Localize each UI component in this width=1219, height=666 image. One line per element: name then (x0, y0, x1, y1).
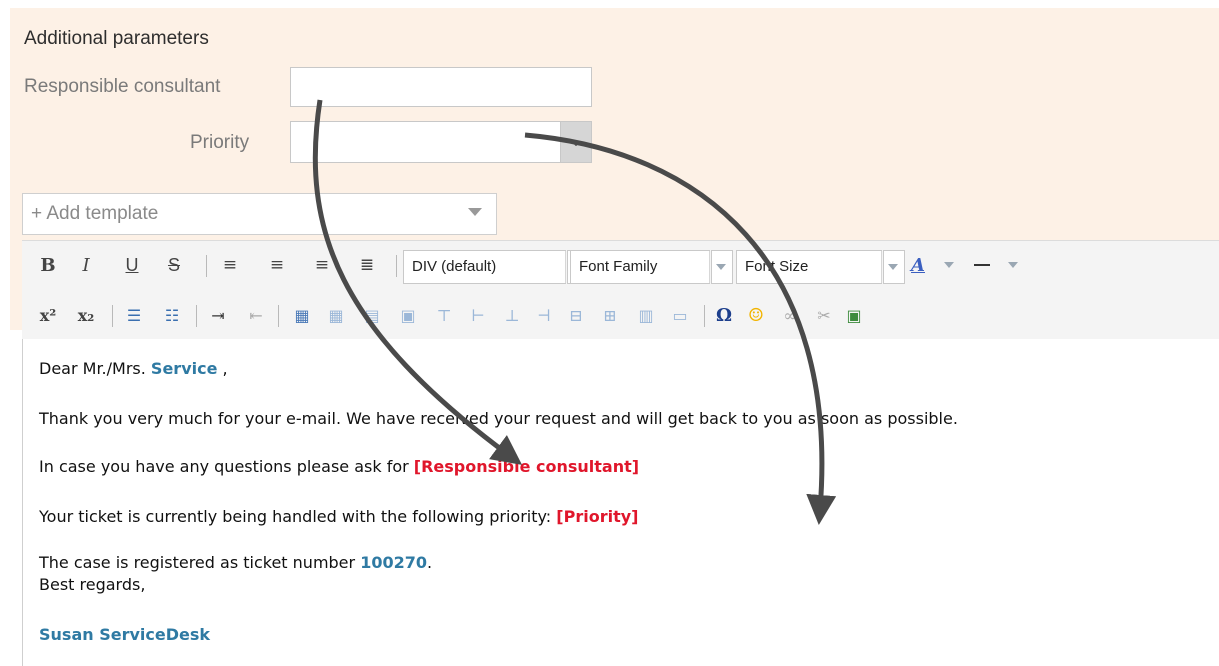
text-color-icon[interactable]: A (906, 253, 930, 277)
merge-cell-icon[interactable]: ⊞ (598, 303, 622, 327)
align-justify-icon[interactable]: ≣ (355, 253, 379, 277)
priority-select[interactable]: ⌄ (290, 121, 592, 163)
subscript-icon[interactable]: x₂ (74, 303, 98, 327)
cell-props-icon[interactable]: ▣ (396, 303, 420, 327)
toolbar-separator (704, 305, 705, 327)
strikethrough-icon[interactable]: S (162, 253, 186, 277)
align-center-icon[interactable]: ≡ (265, 253, 289, 277)
toolbar-separator (278, 305, 279, 327)
delete-table-icon[interactable]: ▦ (324, 303, 348, 327)
add-template-select[interactable]: + Add template (22, 193, 497, 235)
priority-label: Priority (190, 132, 250, 153)
consultant-placeholder: [Responsible consultant] (413, 457, 640, 476)
font-size-select[interactable]: Font Size (736, 250, 882, 284)
format-select[interactable]: DIV (default) (403, 250, 566, 284)
dropdown-arrow-icon (709, 251, 732, 283)
editor-toolbar: B I U S ≡ ≡ ≡ ≣ DIV (default) Font Famil… (22, 240, 1219, 340)
delete-col-icon[interactable]: ⊣ (532, 303, 556, 327)
greeting-suffix: , (217, 359, 228, 378)
outdent-icon[interactable]: ⇤ (244, 303, 268, 327)
font-size-label: Font Size (745, 258, 809, 275)
table-layout-icon[interactable]: ▭ (668, 303, 692, 327)
bold-icon[interactable]: B (36, 253, 60, 277)
consultant-label: Responsible consultant (24, 76, 221, 97)
toolbar-row-1: B I U S ≡ ≡ ≡ ≣ DIV (default) Font Famil… (22, 247, 1219, 287)
priority-line: Your ticket is currently being handled w… (39, 507, 638, 526)
section-title: Additional parameters (24, 28, 209, 49)
table-grid-icon[interactable]: ▥ (634, 303, 658, 327)
font-size-dropdown[interactable] (881, 250, 905, 284)
font-family-select[interactable]: Font Family (570, 250, 710, 284)
font-family-label: Font Family (579, 258, 658, 275)
ticket-suffix: . (426, 553, 433, 572)
split-cell-icon[interactable]: ⊟ (564, 303, 588, 327)
template-placeholder: + Add template (31, 203, 159, 224)
ticket-line: The case is registered as ticket number … (39, 553, 432, 572)
ticket-prefix: The case is registered as ticket number (39, 553, 361, 572)
ask-line: In case you have any questions please as… (39, 457, 639, 476)
underline-icon[interactable]: U (120, 253, 144, 277)
bullet-list-icon[interactable]: ☰ (122, 303, 146, 327)
row-props-icon[interactable]: ▤ (360, 303, 384, 327)
greeting-line: Dear Mr./Mrs. Service , (39, 359, 228, 378)
regards-line: Best regards, (39, 575, 146, 594)
ask-prefix: In case you have any questions please as… (39, 457, 414, 476)
indent-icon[interactable]: ⇥ (206, 303, 230, 327)
link-icon[interactable]: ∞ (778, 303, 802, 327)
dropdown-arrow-icon (881, 251, 904, 283)
text-color-dropdown[interactable] (942, 253, 956, 277)
ticket-number: 100270 (360, 553, 427, 572)
signature: Susan ServiceDesk (39, 625, 211, 644)
toolbar-separator (196, 305, 197, 327)
superscript-icon[interactable]: x² (36, 303, 60, 327)
message-editor[interactable]: Dear Mr./Mrs. Service , Thank you very m… (22, 339, 1219, 666)
insert-row-icon[interactable]: ⊤ (432, 303, 456, 327)
toolbar-separator (112, 305, 113, 327)
highlight-color-icon[interactable] (970, 253, 994, 277)
priority-placeholder: [Priority] (556, 507, 639, 526)
dropdown-arrow-icon (468, 208, 482, 216)
chevron-down-icon[interactable]: ⌄ (560, 122, 591, 162)
emoticon-icon[interactable]: ☺ (744, 303, 768, 327)
align-right-icon[interactable]: ≡ (310, 253, 334, 277)
unlink-icon[interactable]: ✂ (812, 303, 836, 327)
greeting-prefix: Dear Mr./Mrs. (39, 359, 151, 378)
image-icon[interactable]: ▣ (842, 303, 866, 327)
align-left-icon[interactable]: ≡ (218, 253, 242, 277)
table-icon[interactable]: ▦ (290, 303, 314, 327)
toolbar-separator (206, 255, 207, 277)
consultant-input[interactable] (290, 67, 592, 107)
italic-icon[interactable]: I (74, 253, 98, 277)
toolbar-separator (396, 255, 397, 277)
thanks-line: Thank you very much for your e-mail. We … (39, 409, 958, 428)
font-family-dropdown[interactable] (709, 250, 733, 284)
numbered-list-icon[interactable]: ☷ (160, 303, 184, 327)
delete-row-icon[interactable]: ⊥ (500, 303, 524, 327)
toolbar-row-2: x² x₂ ☰ ☷ ⇥ ⇤ ▦ ▦ ▤ ▣ ⊤ ⊢ ⊥ ⊣ ⊟ ⊞ ▥ ▭ Ω … (22, 297, 1219, 337)
priority-prefix: Your ticket is currently being handled w… (39, 507, 557, 526)
insert-col-icon[interactable]: ⊢ (466, 303, 490, 327)
greeting-name: Service (150, 359, 218, 378)
highlight-color-dropdown[interactable] (1006, 253, 1020, 277)
special-character-icon[interactable]: Ω (712, 303, 736, 327)
format-select-label: DIV (default) (412, 258, 497, 275)
